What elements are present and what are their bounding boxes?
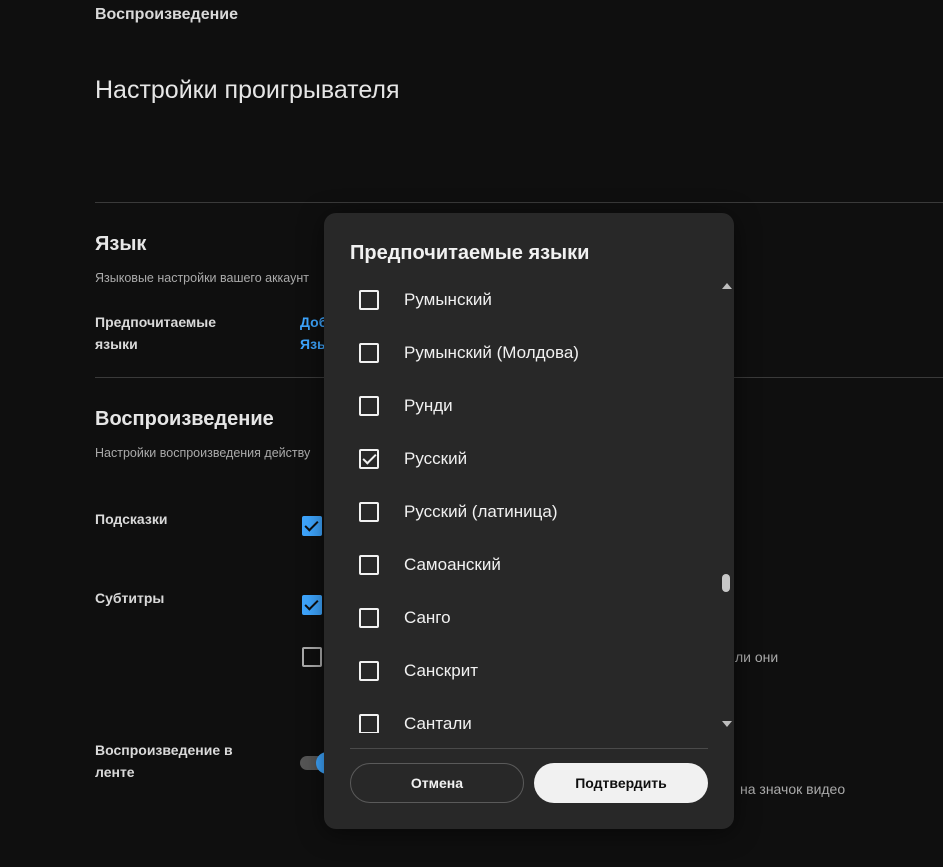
language-item[interactable]: Самоанский <box>350 538 708 591</box>
language-list[interactable]: Румынский Румынский (Молдова) Рунди Русский… <box>350 273 708 733</box>
cancel-button[interactable]: Отмена <box>350 763 524 803</box>
language-label: Самоанский <box>404 554 501 574</box>
language-item[interactable]: Сантали <box>350 697 708 733</box>
checkbox-unchecked[interactable] <box>359 713 379 733</box>
language-item[interactable]: Русский <box>350 432 708 485</box>
scrollbar-thumb[interactable] <box>722 574 730 592</box>
auto-subtitles-checkbox[interactable] <box>302 647 322 667</box>
feed-playback-label: Воспроизведение в ленте <box>95 742 233 780</box>
subtitles-label: Субтитры <box>95 590 165 606</box>
page-title: Настройки проигрывателя <box>95 76 400 104</box>
checkbox-checked[interactable] <box>359 448 379 469</box>
subtitles-option-text: ли они <box>735 649 779 665</box>
breadcrumb: Воспроизведение <box>95 6 238 23</box>
preferred-languages-label: Предпочитаемые языки <box>95 314 217 352</box>
triangle-down-icon[interactable] <box>722 721 732 727</box>
checkbox-unchecked[interactable] <box>359 395 379 416</box>
language-label: Русский (латиница) <box>404 501 558 521</box>
language-label: Санскрит <box>404 660 478 680</box>
language-item[interactable]: Румынский <box>350 273 708 326</box>
language-label: Румынский <box>404 289 492 309</box>
language-section-description: Языковые настройки вашего аккаунт <box>95 271 309 285</box>
subtitles-checkbox[interactable] <box>302 595 322 615</box>
dialog-title: Предпочитаемые языки <box>350 242 590 264</box>
language-label: Румынский (Молдова) <box>404 342 579 362</box>
checkbox-unchecked[interactable] <box>359 607 379 628</box>
language-item[interactable]: Санскрит <box>350 644 708 697</box>
checkbox-unchecked[interactable] <box>359 554 379 575</box>
triangle-up-icon[interactable] <box>722 283 732 289</box>
language-label: Рунди <box>404 395 453 415</box>
dialog-divider <box>350 748 708 749</box>
checkbox-unchecked[interactable] <box>359 289 379 310</box>
language-label: Сантали <box>404 713 472 733</box>
checkbox-unchecked[interactable] <box>359 342 379 363</box>
language-item[interactable]: Русский (латиница) <box>350 485 708 538</box>
language-item[interactable]: Румынский (Молдова) <box>350 326 708 379</box>
section-divider <box>95 202 943 203</box>
hints-checkbox[interactable] <box>302 516 322 536</box>
language-section-title: Язык <box>95 233 147 255</box>
settings-page: Воспроизведение Настройки проигрывателя … <box>0 0 943 867</box>
playback-section-description: Настройки воспроизведения действу <box>95 446 311 460</box>
language-label: Санго <box>404 607 451 627</box>
preferred-languages-dialog: Предпочитаемые языки Румынский Румынский … <box>324 213 734 829</box>
checkbox-unchecked[interactable] <box>359 501 379 522</box>
language-item[interactable]: Рунди <box>350 379 708 432</box>
checkbox-unchecked[interactable] <box>359 660 379 681</box>
playback-section-title: Воспроизведение <box>95 408 274 430</box>
hints-label: Подсказки <box>95 511 168 527</box>
feed-playback-description: на значок видео <box>740 781 846 797</box>
language-item[interactable]: Санго <box>350 591 708 644</box>
confirm-button[interactable]: Подтвердить <box>534 763 708 803</box>
language-label: Русский <box>404 448 468 468</box>
